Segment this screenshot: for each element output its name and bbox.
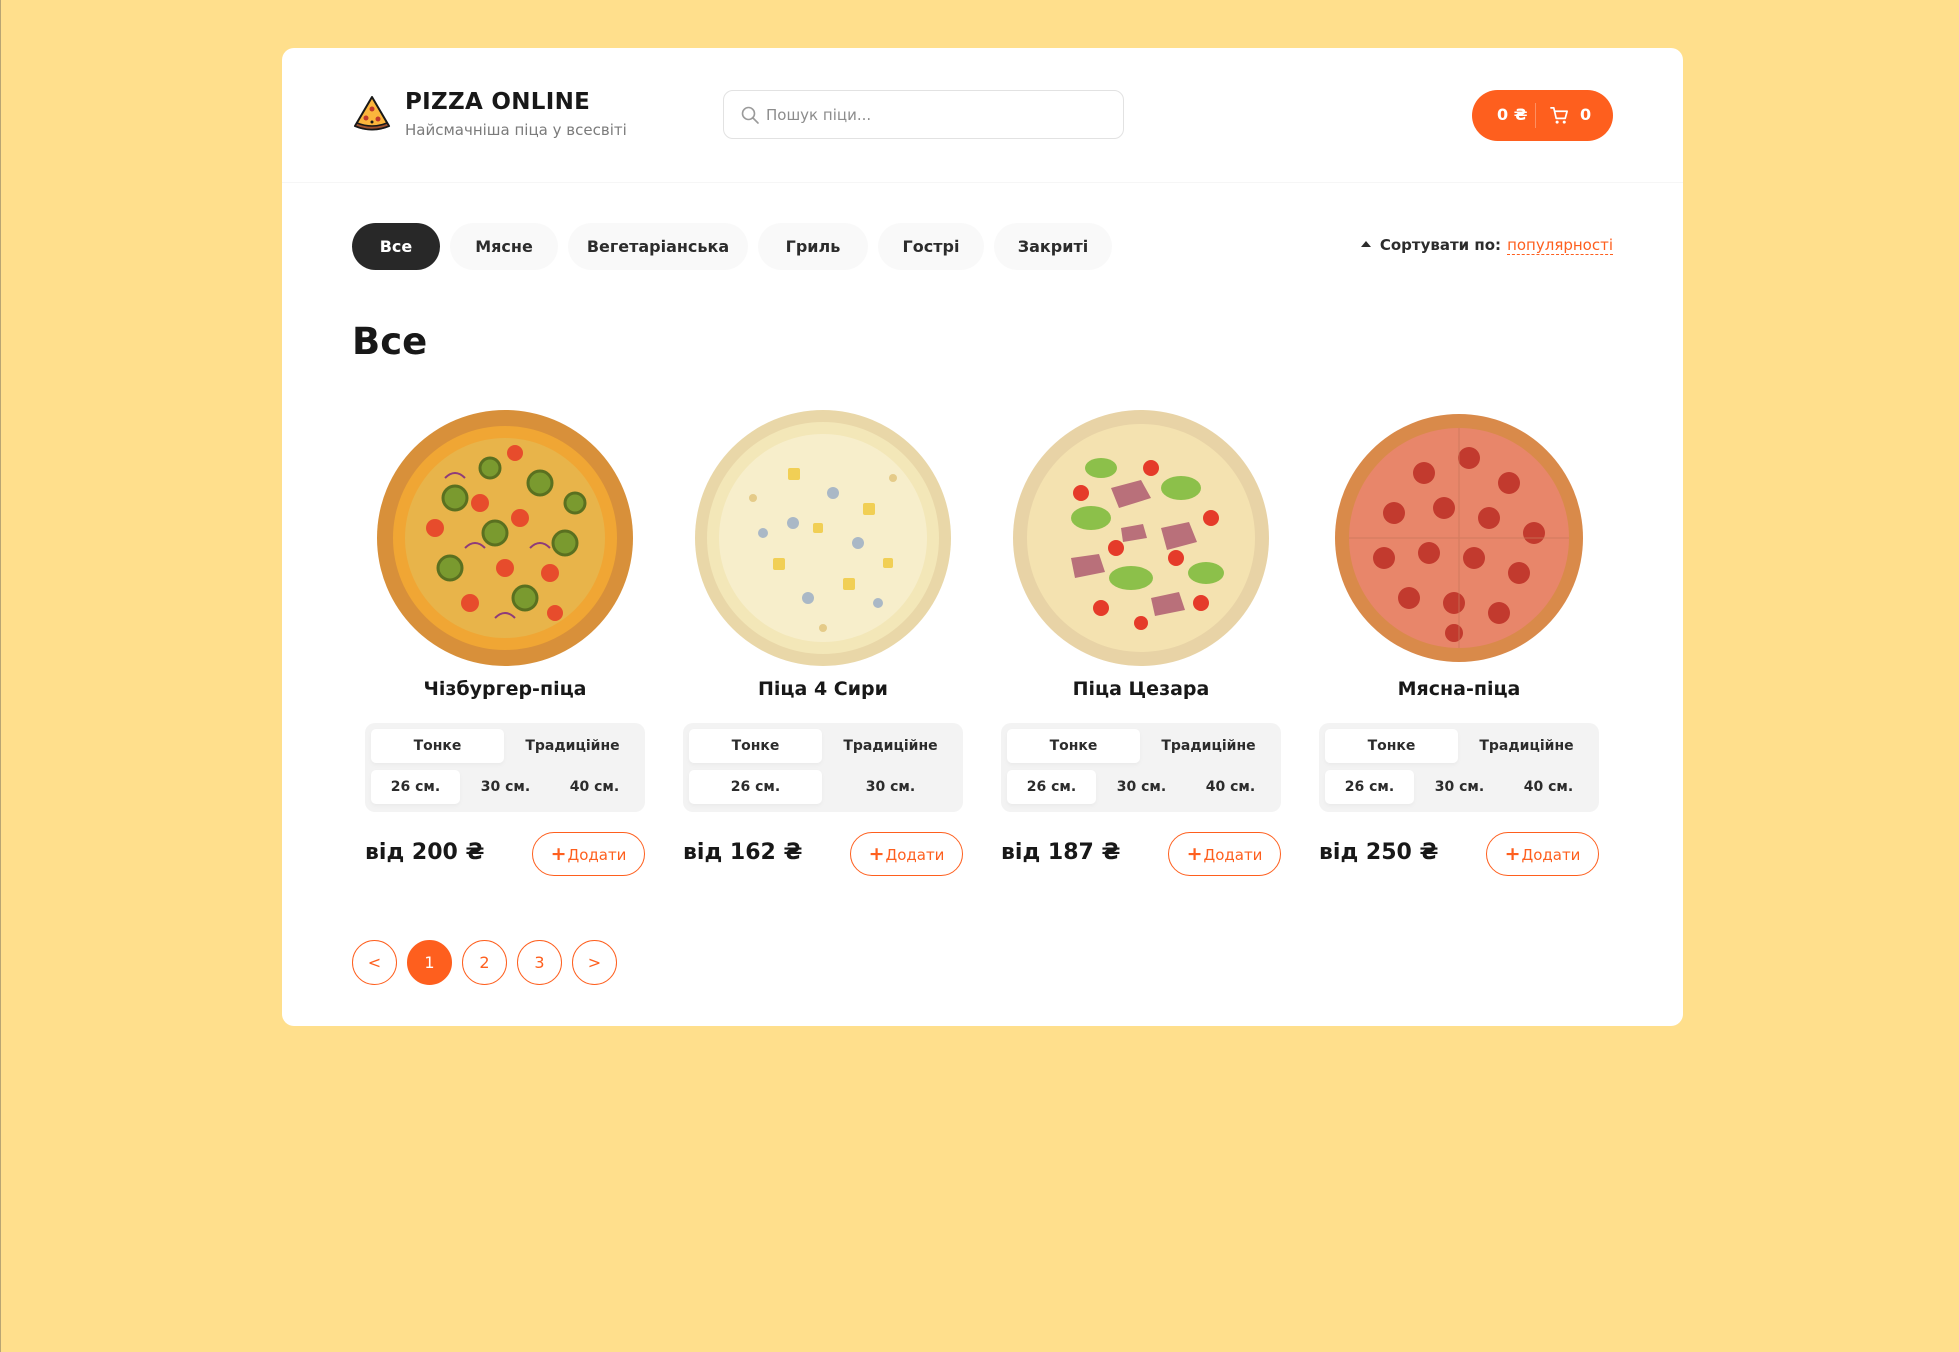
pizza-name: Піца Цезара xyxy=(1072,678,1210,700)
add-to-cart-button[interactable]: +Додати xyxy=(1486,832,1599,876)
add-label: Додати xyxy=(567,846,627,864)
brand-title: PIZZA ONLINE xyxy=(405,89,591,115)
pizza-name: Мясна-піца xyxy=(1397,678,1521,700)
sort-control: Сортувати по: популярності xyxy=(1360,236,1613,255)
category-closed[interactable]: Закриті xyxy=(994,223,1112,270)
plus-icon: + xyxy=(1186,843,1203,865)
pizza-price: від 250 ₴ xyxy=(1319,840,1439,865)
dough-option-thin[interactable]: Тонке xyxy=(689,729,822,763)
page-container: PIZZA ONLINE Найсмачніша піца у всесвіті… xyxy=(282,48,1683,1026)
options-selector: Тонке Традиційне 26 см. 30 см. 40 см. xyxy=(1001,723,1281,812)
size-option[interactable]: 40 см. xyxy=(550,770,639,804)
cart-count: 0 xyxy=(1580,105,1592,124)
size-option[interactable]: 40 см. xyxy=(1504,770,1593,804)
dough-option-traditional[interactable]: Традиційне xyxy=(1460,729,1593,763)
size-option[interactable]: 40 см. xyxy=(1186,770,1275,804)
add-label: Додати xyxy=(885,846,945,864)
pizza-logo-icon xyxy=(353,96,391,131)
category-meat[interactable]: Мясне xyxy=(450,223,558,270)
brand-subtitle: Найсмачніша піца у всесвіті xyxy=(405,121,627,139)
sort-label: Сортувати по: xyxy=(1379,236,1502,254)
add-to-cart-button[interactable]: +Додати xyxy=(850,832,963,876)
size-option[interactable]: 26 см. xyxy=(689,770,822,804)
dough-option-traditional[interactable]: Традиційне xyxy=(1142,729,1275,763)
category-vegetarian[interactable]: Вегетаріанська xyxy=(568,223,748,270)
pizza-price: від 187 ₴ xyxy=(1001,840,1121,865)
pizza-image-cheeseburger[interactable] xyxy=(375,408,635,668)
category-grill[interactable]: Гриль xyxy=(758,223,868,270)
pizza-image-caesar[interactable] xyxy=(1011,408,1271,668)
pizza-price: від 162 ₴ xyxy=(683,840,803,865)
category-all[interactable]: Все xyxy=(352,223,440,270)
pizza-image-pepperoni[interactable] xyxy=(1329,408,1589,668)
dough-option-thin[interactable]: Тонке xyxy=(1007,729,1140,763)
pagination-page-1[interactable]: 1 xyxy=(407,940,452,985)
pizza-card: Піца Цезара Тонке Традиційне 26 см. 30 с… xyxy=(1001,408,1281,928)
window-edge xyxy=(0,0,1,1352)
size-option[interactable]: 30 см. xyxy=(1415,770,1504,804)
dough-option-traditional[interactable]: Традиційне xyxy=(824,729,957,763)
add-to-cart-button[interactable]: +Додати xyxy=(1168,832,1281,876)
size-option[interactable]: 30 см. xyxy=(824,770,957,804)
pagination-next[interactable]: > xyxy=(572,940,617,985)
size-option[interactable]: 30 см. xyxy=(1097,770,1186,804)
pizza-card: Піца 4 Сири Тонке Традиційне 26 см. 30 с… xyxy=(683,408,963,928)
cart-total: 0 ₴ xyxy=(1497,105,1528,124)
pagination-page-3[interactable]: 3 xyxy=(517,940,562,985)
pizza-price: від 200 ₴ xyxy=(365,840,485,865)
sort-arrow-icon[interactable] xyxy=(1360,241,1371,247)
size-option[interactable]: 26 см. xyxy=(371,770,460,804)
pizza-card: Чізбургер-піца Тонке Традиційне 26 см. 3… xyxy=(365,408,645,928)
pizza-card: Мясна-піца Тонке Традиційне 26 см. 30 см… xyxy=(1319,408,1599,928)
plus-icon: + xyxy=(1504,843,1521,865)
options-selector: Тонке Традиційне 26 см. 30 см. 40 см. xyxy=(1319,723,1599,812)
pagination-page-2[interactable]: 2 xyxy=(462,940,507,985)
search-input[interactable] xyxy=(766,99,1106,131)
pizza-name: Чізбургер-піца xyxy=(423,678,587,700)
section-title: Все xyxy=(352,320,428,363)
dough-option-traditional[interactable]: Традиційне xyxy=(506,729,639,763)
add-label: Додати xyxy=(1203,846,1263,864)
options-selector: Тонке Традиційне 26 см. 30 см. xyxy=(683,723,963,812)
cart-button[interactable]: 0 ₴ 0 xyxy=(1472,90,1613,141)
search-box[interactable] xyxy=(723,90,1124,139)
plus-icon: + xyxy=(868,843,885,865)
dough-option-thin[interactable]: Тонке xyxy=(371,729,504,763)
dough-option-thin[interactable]: Тонке xyxy=(1325,729,1458,763)
sort-value[interactable]: популярності xyxy=(1507,236,1613,255)
plus-icon: + xyxy=(550,843,567,865)
size-option[interactable]: 26 см. xyxy=(1007,770,1096,804)
add-label: Додати xyxy=(1521,846,1581,864)
pizza-name: Піца 4 Сири xyxy=(758,678,888,700)
size-option[interactable]: 30 см. xyxy=(461,770,550,804)
header: PIZZA ONLINE Найсмачніша піца у всесвіті… xyxy=(282,48,1683,183)
cart-icon xyxy=(1550,107,1568,124)
pagination-prev[interactable]: < xyxy=(352,940,397,985)
add-to-cart-button[interactable]: +Додати xyxy=(532,832,645,876)
pizza-image-four-cheese[interactable] xyxy=(693,408,953,668)
cart-divider xyxy=(1535,103,1536,128)
search-icon xyxy=(741,106,759,124)
category-spicy[interactable]: Гострі xyxy=(878,223,984,270)
options-selector: Тонке Традиційне 26 см. 30 см. 40 см. xyxy=(365,723,645,812)
size-option[interactable]: 26 см. xyxy=(1325,770,1414,804)
